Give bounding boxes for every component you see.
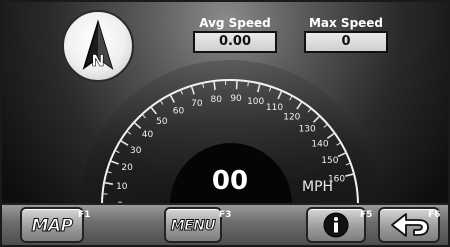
gauge-tick-label: 40 [142,130,154,140]
back-fkey-label: F6 [428,210,441,220]
gauge-tick-label: 30 [130,146,142,156]
gauge-tick-label: 70 [191,99,203,109]
menu-fkey-label: F3 [219,210,232,220]
gauge-tick-label: 120 [283,113,300,123]
menu-button[interactable]: MENU [164,207,222,243]
gauge-tick-label: 60 [173,106,185,116]
gauge-tick-label: 110 [266,103,283,113]
map-button[interactable]: MAP [20,207,84,243]
gauge-tick-label: 90 [230,94,242,104]
gauge-tick-label: 20 [121,163,133,173]
speedometer-screen: N Avg Speed 0.00 Max Speed 0 01020304050… [0,0,450,247]
info-button[interactable] [306,207,366,243]
gauge-tick-label: 50 [156,117,168,127]
gauge-tick-label: 140 [311,139,328,149]
info-fkey-label: F5 [360,210,373,220]
speed-unit-label: MPH [302,179,334,195]
gauge-tick-label: 80 [210,95,222,105]
map-button-label: MAP [31,216,74,237]
gauge-tick-label: 150 [321,156,338,166]
info-icon [323,212,349,238]
menu-button-label: MENU [170,218,216,235]
gauge-tick-label: 130 [299,125,316,135]
current-speed-readout: 00 [211,166,249,196]
map-fkey-label: F1 [78,210,91,220]
gauge-tick [213,80,216,91]
gauge-tick-label: 100 [247,97,264,107]
gauge-tick-label: 10 [116,182,128,192]
